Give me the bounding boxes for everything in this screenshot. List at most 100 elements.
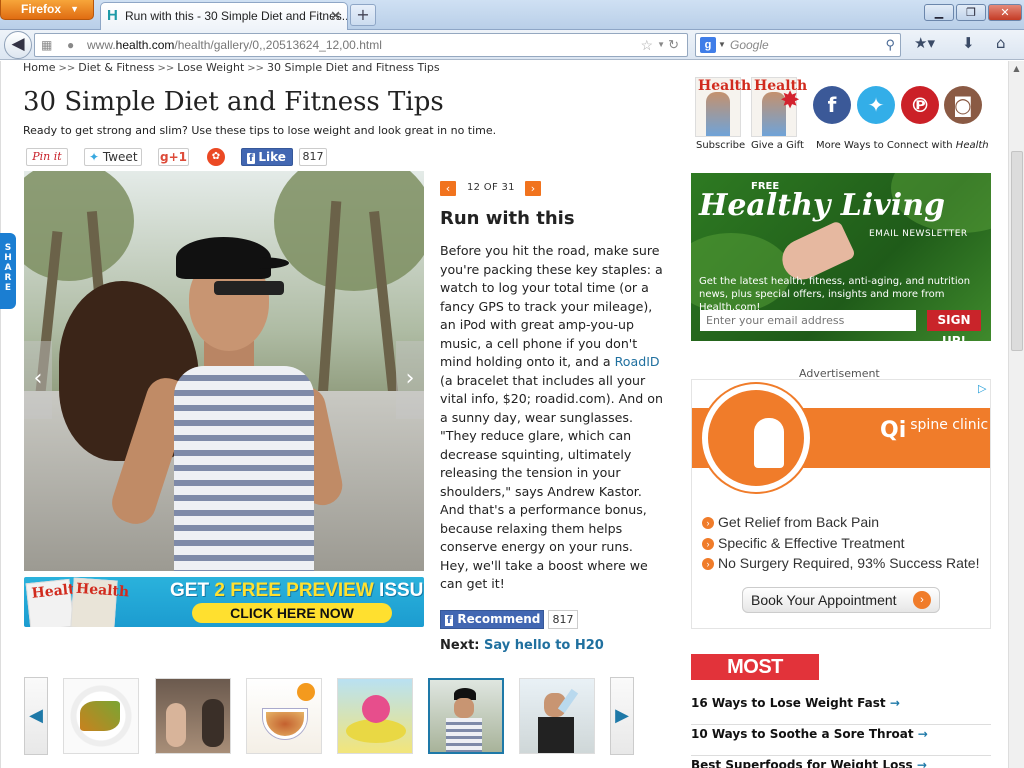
connect-link[interactable]: More Ways to Connect with Health (816, 140, 989, 151)
give-gift-link[interactable]: Give a Gift (751, 140, 804, 151)
bookmarks-menu-icon[interactable]: ★▾ (914, 34, 935, 52)
most-popular-item[interactable]: 16 Ways to Lose Weight Fast → (691, 694, 991, 725)
home-icon[interactable]: ⌂ (996, 34, 1006, 52)
thumbnail-runner-selected[interactable] (428, 678, 504, 754)
url-path: /health/gallery/0,,20513624_12,00.html (174, 38, 382, 52)
most-popular-link[interactable]: 10 Ways to Soothe a Sore Throat (691, 727, 914, 741)
facebook-icon: f (445, 615, 454, 626)
breadcrumb-lose-weight[interactable]: Lose Weight (177, 61, 244, 74)
photo-next-arrow[interactable]: › (396, 341, 424, 419)
thumbnail-cereal[interactable] (246, 678, 322, 754)
arrow-right-icon: → (916, 758, 927, 768)
back-button[interactable]: ◀ (4, 31, 32, 59)
address-bar[interactable]: ▦ ● www.health.com/health/gallery/0,,205… (34, 33, 688, 57)
advertisement-banner[interactable]: ▷ Qi spine clinic › Get Relief from Back P… (691, 379, 991, 629)
thumbnail-party-table[interactable] (337, 678, 413, 754)
thumbnail-woman-drinking[interactable] (519, 678, 595, 754)
slide-next-button[interactable]: › (525, 181, 541, 196)
thumbnails-prev-button[interactable]: ◀ (24, 677, 48, 755)
bowl-image (263, 709, 307, 739)
slide-body-text: Before you hit the road, make sure you'r… (440, 243, 663, 369)
person-with-back-pain-icon (754, 418, 784, 468)
breadcrumb-separator: >> (157, 63, 175, 74)
tank-image (446, 718, 482, 752)
most-popular-item[interactable]: Best Superfoods for Weight Loss → (691, 756, 991, 768)
vertical-scrollbar[interactable]: ▲ (1008, 61, 1024, 768)
runner-cap-visor (229, 257, 289, 269)
engine-dropdown-icon[interactable]: ▼ (718, 34, 726, 56)
browser-tab[interactable]: H Run with this - 30 Simple Diet and Fit… (100, 2, 348, 30)
ad-brand-text: spine clinic (910, 417, 989, 433)
minimize-button[interactable]: ▁ (924, 4, 954, 21)
food-image (80, 701, 120, 731)
breadcrumb-separator: >> (58, 63, 76, 74)
next-slide-link[interactable]: Say hello to H20 (484, 638, 604, 653)
facebook-icon[interactable]: f (813, 86, 851, 124)
history-dropdown-icon[interactable]: ▼ (657, 34, 665, 56)
cover-figure-image (706, 92, 730, 136)
search-icon[interactable]: ⚲ (885, 34, 895, 56)
thumbnails-next-button[interactable]: ▶ (610, 677, 634, 755)
page-subtitle: Ready to get strong and slim? Use these … (23, 124, 497, 137)
most-popular-link[interactable]: Best Superfoods for Weight Loss (691, 758, 913, 768)
person-image (202, 699, 224, 747)
url-prefix: www. (87, 38, 116, 52)
adchoices-icon[interactable]: ▷ (978, 382, 986, 395)
photo-prev-arrow[interactable]: ‹ (24, 341, 52, 419)
slide-title: Run with this (440, 208, 575, 229)
tweet-button[interactable]: ✦ Tweet (84, 148, 142, 166)
google-plus-button[interactable]: g+1 (158, 148, 189, 166)
close-tab-icon[interactable]: ✕ (330, 3, 341, 29)
newsletter-email-input[interactable] (700, 310, 916, 331)
thumbnail-plate[interactable] (63, 678, 139, 754)
new-tab-button[interactable]: + (350, 4, 376, 26)
twitter-bird-icon: ✦ (89, 150, 100, 164)
firefox-menu-button[interactable]: Firefox ▼ (0, 0, 94, 20)
tab-groups-icon[interactable]: ▦ (41, 34, 52, 56)
downloads-icon[interactable]: ⬇ (962, 34, 975, 52)
promo-headline-post: ISSUES! (379, 580, 424, 601)
promo-cta-button[interactable]: CLICK HERE NOW (192, 603, 392, 623)
ad-brand-q: Qi (880, 418, 907, 443)
like-count: 817 (299, 148, 327, 166)
runner-sunglasses (214, 281, 284, 295)
slide-body-text: (a bracelet that includes all your vital… (440, 372, 663, 592)
restore-button[interactable]: ❐ (956, 4, 986, 21)
twitter-icon[interactable]: ✦ (857, 86, 895, 124)
roadid-link[interactable]: RoadID (615, 354, 660, 369)
bookmark-star-icon[interactable]: ☆ (640, 34, 653, 56)
facebook-recommend-button[interactable]: f Recommend (440, 610, 544, 629)
newsletter-signup-button[interactable]: SIGN UP! (927, 310, 981, 341)
most-popular-link[interactable]: 16 Ways to Lose Weight Fast (691, 696, 886, 710)
facebook-like-button[interactable]: f Like (241, 148, 293, 166)
most-popular-heading: MOST POPULAR (691, 654, 819, 704)
breadcrumb-home[interactable]: Home (23, 61, 55, 74)
most-popular-item[interactable]: 10 Ways to Soothe a Sore Throat → (691, 725, 991, 756)
share-side-tab[interactable]: SHARE (0, 233, 16, 309)
ad-bullet-text: Get Relief from Back Pain (718, 514, 880, 530)
search-bar[interactable]: g ▼ Google ⚲ (695, 33, 901, 57)
slide-prev-button[interactable]: ‹ (440, 181, 456, 196)
ad-cta-label: Book Your Appointment (751, 592, 897, 608)
google-engine-icon[interactable]: g (700, 37, 716, 53)
breadcrumb-separator: >> (247, 63, 265, 74)
pin-it-button[interactable]: Pin it (26, 148, 68, 166)
book-appointment-button[interactable]: Book Your Appointment › (742, 587, 940, 613)
stumbleupon-icon[interactable]: ✿ (207, 148, 225, 166)
pinterest-icon[interactable]: ℗ (901, 86, 939, 124)
cupcake-image (362, 695, 390, 723)
search-input[interactable]: Google (730, 38, 769, 52)
firefox-menu-label: Firefox (21, 2, 62, 16)
reload-icon[interactable]: ↻ (668, 34, 679, 56)
scrollbar-thumb[interactable] (1011, 151, 1023, 351)
window-close-button[interactable]: ✕ (988, 4, 1022, 21)
instagram-icon[interactable]: ◙ (944, 86, 982, 124)
breadcrumb-diet-fitness[interactable]: Diet & Fitness (78, 61, 154, 74)
face-image (454, 698, 474, 718)
scroll-up-arrow[interactable]: ▲ (1009, 61, 1024, 77)
newsletter-subtitle: EMAIL NEWSLETTER (869, 229, 968, 239)
subscription-promo-banner[interactable]: Health Health GET 2 FREE PREVIEW ISSUES!… (24, 577, 424, 627)
thumbnail-restaurant[interactable] (155, 678, 231, 754)
subscribe-link[interactable]: Subscribe (696, 140, 745, 151)
subscribe-magazine-image[interactable]: Health (695, 77, 751, 137)
